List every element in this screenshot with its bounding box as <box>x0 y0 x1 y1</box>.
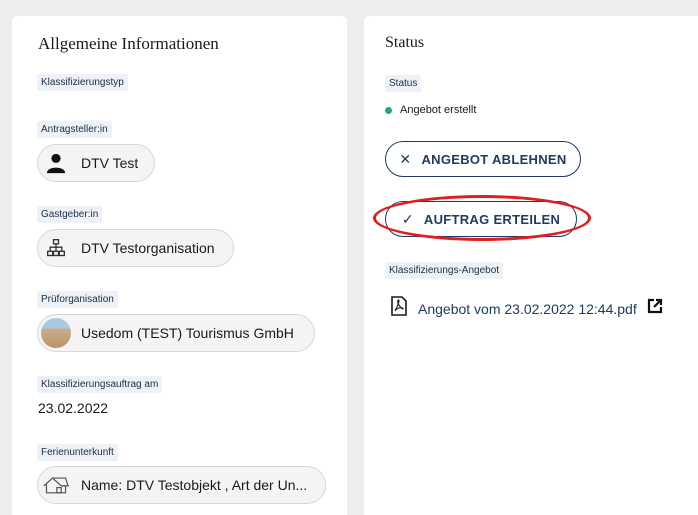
pruefstelle-label: Prüforganisation <box>37 291 118 308</box>
reject-offer-label: ANGEBOT ABLEHNEN <box>421 151 567 167</box>
ferienunterkunft-value: Name: DTV Testobjekt , Art der Un... <box>81 477 308 493</box>
check-icon: ✓ <box>401 210 414 227</box>
organization-icon <box>41 233 71 263</box>
close-icon: ✕ <box>399 150 412 167</box>
grant-order-button[interactable]: ✓ AUFTRAG ERTEILEN <box>385 201 577 237</box>
pruefstelle-value: Usedom (TEST) Tourismus GmbH <box>81 325 294 341</box>
auftrag-label: Klassifizierungsauftrag am <box>37 376 163 393</box>
pruefstelle-chip[interactable]: Usedom (TEST) Tourismus GmbH <box>37 314 315 352</box>
status-dot-icon <box>385 106 392 114</box>
card-title: Status <box>385 34 425 51</box>
status-value: Angebot erstellt <box>385 104 476 116</box>
status-label: Status <box>385 75 422 92</box>
ferienunterkunft-chip[interactable]: Name: DTV Testobjekt , Art der Un... <box>37 466 326 504</box>
angebot-file-link[interactable]: Angebot vom 23.02.2022 12:44.pdf <box>418 301 637 317</box>
klassifizierungstyp-label: Klassifizierungstyp <box>37 74 128 91</box>
pdf-file-icon <box>390 296 408 321</box>
beach-photo-avatar <box>41 318 71 348</box>
angebot-document[interactable]: Angebot vom 23.02.2022 12:44.pdf <box>390 296 663 321</box>
status-text: Angebot erstellt <box>400 104 477 116</box>
house-icon <box>41 470 71 500</box>
auftrag-date: 23.02.2022 <box>38 400 109 416</box>
ferienunterkunft-label: Ferienunterkunft <box>37 444 118 461</box>
antragsteller-value: DTV Test <box>81 155 139 171</box>
antragsteller-label: Antragsteller:in <box>37 121 112 138</box>
card-title: Allgemeine Informationen <box>38 34 219 53</box>
status-card: Status Status Angebot erstellt ✕ ANGEBOT… <box>364 16 698 515</box>
open-external-icon[interactable] <box>647 298 663 319</box>
general-info-card: Allgemeine Informationen Klassifizierung… <box>12 16 347 515</box>
gastgeber-value: DTV Testorganisation <box>81 240 215 256</box>
reject-offer-button[interactable]: ✕ ANGEBOT ABLEHNEN <box>385 141 581 177</box>
antragsteller-chip[interactable]: DTV Test <box>37 144 155 182</box>
gastgeber-chip[interactable]: DTV Testorganisation <box>37 229 234 267</box>
angebot-label: Klassifizierungs-Angebot <box>385 262 504 279</box>
grant-order-label: AUFTRAG ERTEILEN <box>423 211 561 227</box>
gastgeber-label: Gastgeber:in <box>37 206 103 223</box>
person-icon <box>41 148 71 178</box>
